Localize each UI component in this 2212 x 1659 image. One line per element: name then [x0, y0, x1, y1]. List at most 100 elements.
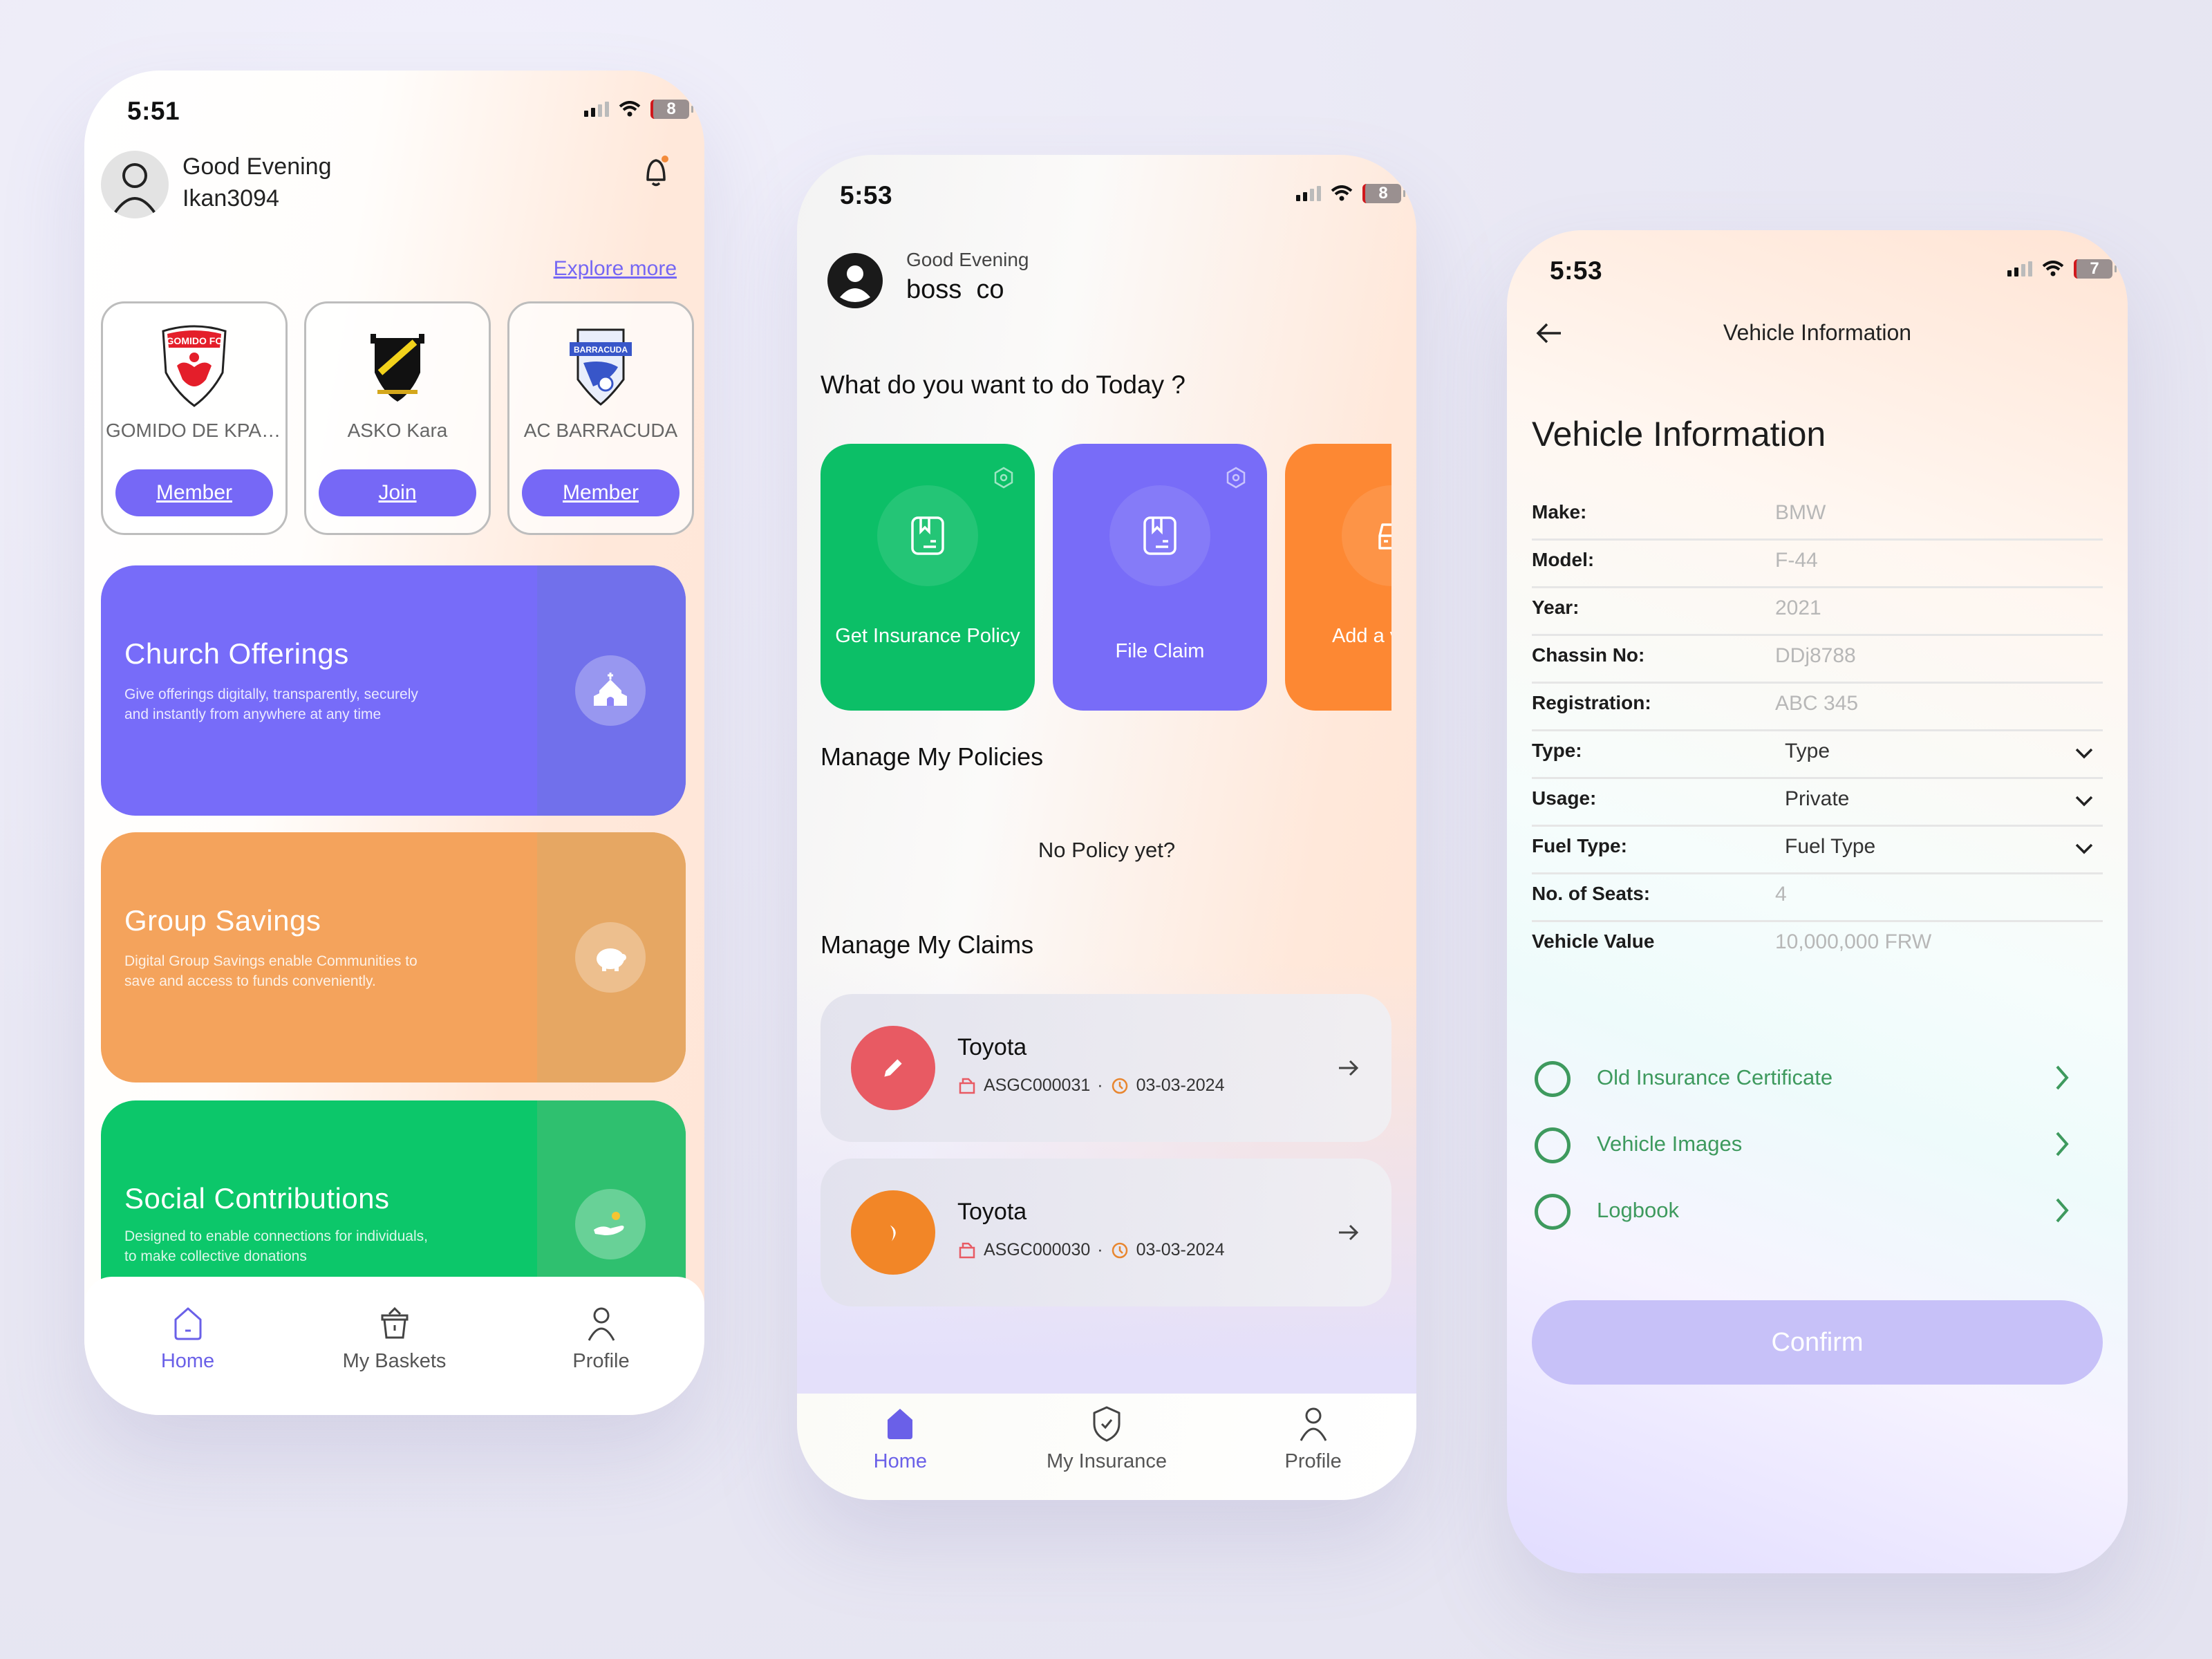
claim-list-item[interactable]: Toyota ASGC000031 · 03-03-2024: [821, 994, 1391, 1142]
arrow-right-icon[interactable]: [1335, 1055, 1361, 1081]
join-button[interactable]: Join: [319, 469, 476, 516]
chassis-input[interactable]: DDj8788: [1775, 644, 1856, 668]
document-item-old-insurance-certificate[interactable]: Old Insurance Certificate: [1532, 1050, 2086, 1116]
signal-icon: [1296, 186, 1321, 201]
field-model[interactable]: Model: F-44: [1532, 541, 2103, 588]
action-label: Get Insurance Policy: [835, 625, 1020, 647]
wifi-icon: [2042, 261, 2064, 276]
username: boss co: [906, 275, 1004, 304]
arrow-right-icon[interactable]: [1335, 1219, 1361, 1246]
section-heading-today: What do you want to do Today ?: [821, 371, 1185, 399]
radio-button[interactable]: [1535, 1194, 1571, 1230]
usage-select[interactable]: Private: [1785, 787, 1849, 811]
vehicle-form: Make: BMW Model: F-44 Year: 2021 Chassin No…: [1532, 493, 2103, 970]
document-item-vehicle-images[interactable]: Vehicle Images: [1532, 1116, 2086, 1183]
seats-input[interactable]: 4: [1775, 883, 1787, 906]
field-registration[interactable]: Registration: ABC 345: [1532, 684, 2103, 731]
claim-vehicle: Toyota: [957, 1199, 1027, 1225]
pending-icon: [890, 1225, 896, 1241]
field-vehicle-value[interactable]: Vehicle Value 10,000,000 FRW: [1532, 922, 2103, 970]
claim-vehicle: Toyota: [957, 1034, 1027, 1060]
chevron-right-icon[interactable]: [2052, 1195, 2072, 1226]
teams-list: GOMIDO FC GOMIDO DE KPALIME Member ASKO …: [101, 301, 694, 535]
radio-button[interactable]: [1535, 1061, 1571, 1097]
separator-dot: ·: [1097, 1076, 1103, 1095]
field-usage[interactable]: Usage: Private: [1532, 779, 2103, 827]
confirm-button[interactable]: Confirm: [1532, 1300, 2103, 1385]
chevron-right-icon[interactable]: [2052, 1062, 2072, 1093]
type-select[interactable]: Type: [1785, 740, 1830, 763]
church-offerings-card[interactable]: Church Offerings Give offerings digitall…: [101, 565, 686, 816]
piggy-bank-icon: [597, 948, 626, 971]
clock-icon: [1112, 1242, 1127, 1258]
avatar[interactable]: [101, 151, 169, 218]
chevron-down-icon[interactable]: [2074, 793, 2094, 809]
field-seats[interactable]: No. of Seats: 4: [1532, 874, 2103, 922]
wifi-icon: [619, 101, 641, 117]
field-year[interactable]: Year: 2021: [1532, 588, 2103, 636]
status-time: 5:53: [840, 181, 893, 209]
team-name: ASKO Kara: [347, 420, 448, 441]
status-time: 5:51: [127, 97, 180, 125]
field-make[interactable]: Make: BMW: [1532, 493, 2103, 541]
tab-profile[interactable]: Profile: [512, 1304, 691, 1373]
add-vehicle-card[interactable]: Add a vehicle: [1285, 444, 1391, 711]
team-card[interactable]: GOMIDO FC GOMIDO DE KPALIME Member: [101, 301, 288, 535]
bottom-tab-bar: Home My Baskets Profile: [84, 1277, 704, 1415]
chevron-down-icon[interactable]: [2074, 841, 2094, 857]
claim-code: ASGC000031: [984, 1076, 1091, 1095]
year-input[interactable]: 2021: [1775, 597, 1821, 620]
feature-description: Give offerings digitally, transparently,…: [124, 686, 418, 722]
team-card[interactable]: ASKO Kara Join: [304, 301, 491, 535]
chevron-down-icon[interactable]: [2074, 745, 2094, 762]
team-name: GOMIDO DE KPALIME: [106, 420, 285, 441]
team-card[interactable]: BARRACUDA AC BARRACUDA Member: [507, 301, 694, 535]
avatar[interactable]: [826, 252, 884, 310]
member-button[interactable]: Member: [522, 469, 679, 516]
claim-list-item[interactable]: Toyota ASGC000030 · 03-03-2024: [821, 1159, 1391, 1306]
chevron-right-icon[interactable]: [2052, 1129, 2072, 1159]
tab-home[interactable]: Home: [98, 1304, 278, 1373]
status-bar: 5:53 8: [797, 155, 1416, 259]
greeting-header: Good Evening Ikan3094: [101, 147, 677, 223]
user-icon: [113, 163, 156, 214]
signal-icon: [2007, 261, 2032, 276]
field-type[interactable]: Type: Type: [1532, 731, 2103, 779]
make-input[interactable]: BMW: [1775, 501, 1826, 525]
action-label: Add a vehicle: [1331, 625, 1391, 647]
member-button[interactable]: Member: [115, 469, 273, 516]
bell-icon[interactable]: [635, 151, 677, 192]
quick-actions: Get Insurance Policy File Claim Add a ve…: [821, 444, 1391, 713]
feature-title: Social Contributions: [124, 1182, 390, 1215]
registration-input[interactable]: ABC 345: [1775, 692, 1858, 715]
group-savings-card[interactable]: Group Savings Digital Group Savings enab…: [101, 832, 686, 1082]
feature-title: Church Offerings: [124, 637, 349, 670]
model-input[interactable]: F-44: [1775, 549, 1818, 572]
field-fuel-type[interactable]: Fuel Type: Fuel Type: [1532, 827, 2103, 874]
claims-heading: Manage My Claims: [821, 930, 1034, 959]
tab-profile[interactable]: Profile: [1224, 1405, 1403, 1473]
status-time: 5:53: [1550, 256, 1603, 285]
separator-dot: ·: [1097, 1240, 1103, 1259]
feature-description: Designed to enable connections for indiv…: [124, 1228, 428, 1264]
signal-icon: [584, 102, 609, 117]
file-claim-card[interactable]: File Claim: [1053, 444, 1267, 711]
fuel-type-select[interactable]: Fuel Type: [1785, 835, 1875, 859]
explore-more-link[interactable]: Explore more: [554, 257, 677, 281]
tab-my-insurance[interactable]: My Insurance: [1017, 1405, 1197, 1473]
vehicle-value-input[interactable]: 10,000,000 FRW: [1775, 930, 1931, 954]
svg-text:GOMIDO FC: GOMIDO FC: [167, 335, 223, 346]
document-item-logbook[interactable]: Logbook: [1532, 1183, 2086, 1249]
field-chassis-no[interactable]: Chassin No: DDj8788: [1532, 636, 2103, 684]
tab-home[interactable]: Home: [810, 1405, 990, 1473]
profile-icon: [588, 1307, 615, 1341]
radio-button[interactable]: [1535, 1127, 1571, 1163]
nav-title: Vehicle Information: [1723, 320, 1912, 345]
home-icon: [174, 1307, 201, 1340]
nav-bar: Vehicle Information: [1507, 306, 2128, 362]
svg-text:BARRACUDA: BARRACUDA: [574, 345, 628, 355]
tab-my-baskets[interactable]: My Baskets: [305, 1304, 485, 1373]
clock-icon: [1112, 1078, 1127, 1094]
get-insurance-policy-card[interactable]: Get Insurance Policy: [821, 444, 1035, 711]
settings-icon: [994, 467, 1013, 489]
